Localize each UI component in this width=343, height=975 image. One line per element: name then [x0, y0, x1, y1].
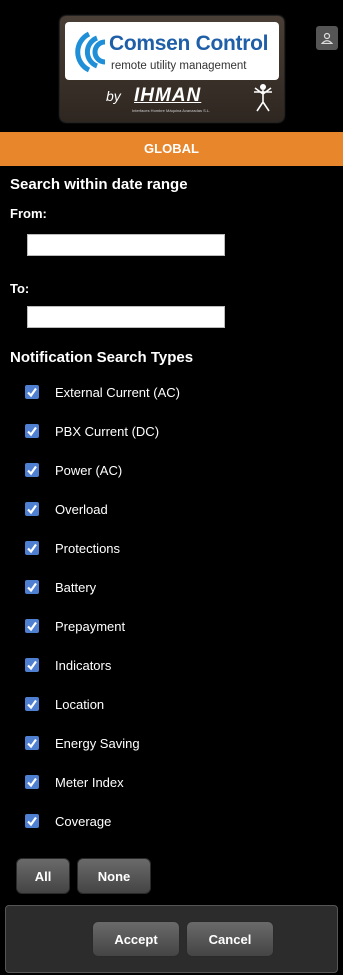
notification-type-checkbox[interactable]: Protections — [25, 537, 120, 559]
footer-toolbar: Accept Cancel — [5, 905, 338, 973]
logo-by: by — [106, 88, 121, 104]
notification-type-checkbox[interactable]: Overload — [25, 498, 108, 520]
signal-arcs-icon — [75, 31, 106, 73]
checkbox-checked-icon[interactable] — [25, 541, 39, 555]
checkbox-checked-icon[interactable] — [25, 424, 39, 438]
checkbox-label: Energy Saving — [55, 735, 140, 751]
to-date-input[interactable] — [27, 306, 225, 328]
notification-type-checkbox[interactable]: External Current (AC) — [25, 381, 180, 403]
checkbox-label: Power (AC) — [55, 462, 123, 478]
checkbox-label: Battery — [55, 579, 97, 595]
notification-type-checkbox[interactable]: Location — [25, 693, 104, 715]
logo-tagline: Interfaces Hombre Máquina Avanzadas S.L. — [132, 108, 211, 113]
checkbox-checked-icon[interactable] — [25, 814, 39, 828]
notification-type-checkbox[interactable]: Coverage — [25, 810, 111, 832]
checkbox-checked-icon[interactable] — [25, 385, 39, 399]
checkbox-checked-icon[interactable] — [25, 502, 39, 516]
user-button[interactable] — [316, 26, 338, 50]
checkbox-checked-icon[interactable] — [25, 580, 39, 594]
checkbox-label: Indicators — [55, 657, 112, 673]
date-range-title: Search within date range — [10, 176, 188, 193]
checkbox-checked-icon[interactable] — [25, 697, 39, 711]
comsen-logo: Comsen Control remote utility management… — [60, 16, 284, 122]
cancel-button[interactable]: Cancel — [186, 921, 274, 957]
checkbox-label: Overload — [55, 501, 108, 517]
vitruvian-figure-icon — [254, 84, 272, 112]
logo-subtitle: remote utility management — [111, 60, 247, 72]
select-none-button[interactable]: None — [77, 858, 151, 894]
logo-title: Comsen Control — [109, 32, 269, 55]
checkbox-label: Prepayment — [55, 618, 126, 634]
notification-type-checkbox[interactable]: Battery — [25, 576, 96, 598]
logo-brand: IHMAN — [134, 85, 202, 106]
to-label: To: — [10, 281, 30, 296]
select-all-button[interactable]: All — [16, 858, 70, 894]
checkbox-checked-icon[interactable] — [25, 736, 39, 750]
notification-type-checkbox[interactable]: PBX Current (DC) — [25, 420, 159, 442]
checkbox-label: PBX Current (DC) — [55, 423, 160, 439]
notification-types-title: Notification Search Types — [10, 349, 194, 366]
notification-type-checkbox[interactable]: Indicators — [25, 654, 111, 676]
user-icon — [321, 32, 333, 44]
from-date-input[interactable] — [27, 234, 225, 256]
notification-type-checkbox[interactable]: Meter Index — [25, 771, 124, 793]
header: Comsen Control remote utility management… — [0, 0, 343, 130]
from-label: From: — [10, 206, 47, 221]
notification-type-checkbox[interactable]: Power (AC) — [25, 459, 122, 481]
checkbox-label: Location — [55, 696, 105, 712]
checkbox-label: Protections — [55, 540, 121, 556]
section-bar: GLOBAL — [0, 132, 343, 166]
checkbox-checked-icon[interactable] — [25, 463, 39, 477]
checkbox-checked-icon[interactable] — [25, 619, 39, 633]
checkbox-label: External Current (AC) — [55, 384, 180, 400]
checkbox-label: Meter Index — [55, 774, 124, 790]
checkbox-checked-icon[interactable] — [25, 658, 39, 672]
checkbox-label: Coverage — [55, 813, 112, 829]
notification-type-checkbox[interactable]: Energy Saving — [25, 732, 140, 754]
checkbox-checked-icon[interactable] — [25, 775, 39, 789]
accept-button[interactable]: Accept — [92, 921, 180, 957]
notification-type-checkbox[interactable]: Prepayment — [25, 615, 125, 637]
